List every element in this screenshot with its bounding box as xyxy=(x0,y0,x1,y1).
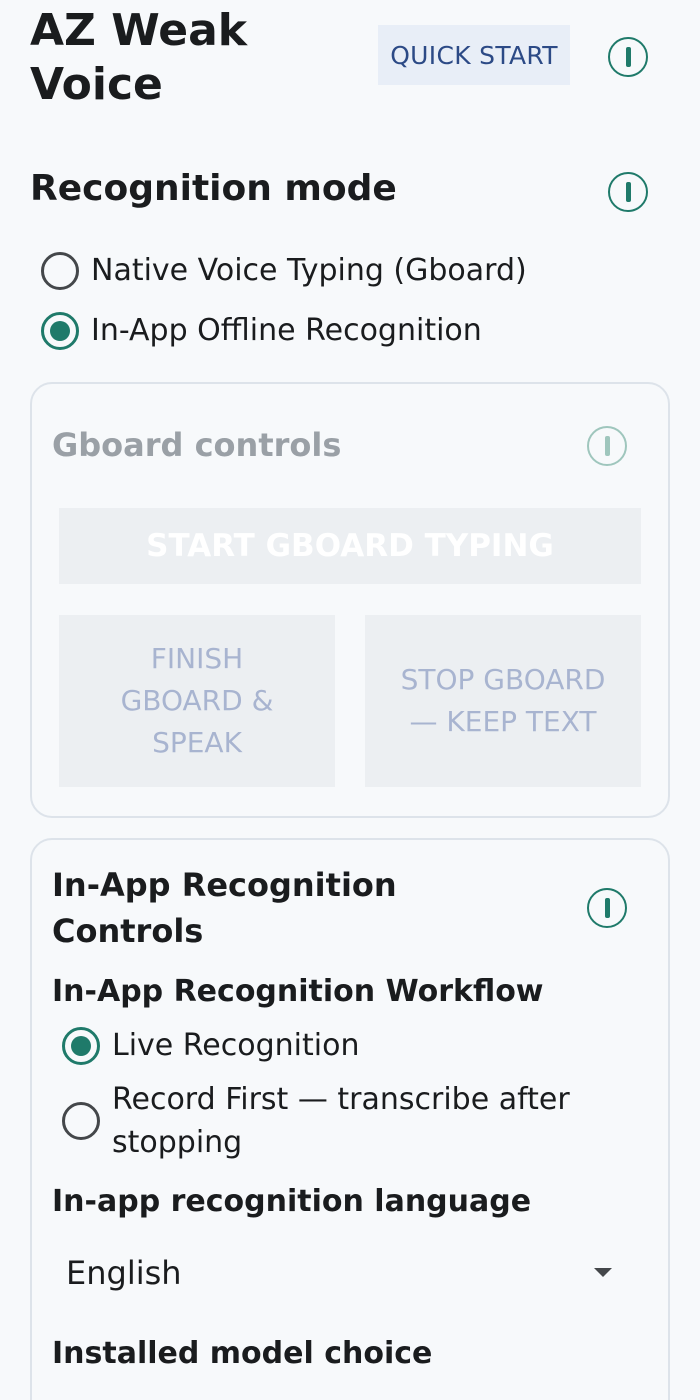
gboard-info-icon[interactable] xyxy=(587,426,627,466)
recognition-mode-title: Recognition mode xyxy=(30,168,397,209)
radio-unchecked-icon[interactable] xyxy=(62,1102,100,1140)
finish-gboard-speak-button[interactable]: FINISH GBOARD & SPEAK xyxy=(59,615,335,787)
language-dropdown-value: English xyxy=(66,1254,182,1292)
gboard-controls-card: Gboard controls START GBOARD TYPING FINI… xyxy=(30,382,670,818)
inapp-title-line-2: Controls xyxy=(52,912,204,950)
app-screen: AZ Weak Voice QUICK START Recognition mo… xyxy=(0,0,700,1400)
radio-label: Live Recognition xyxy=(112,1028,360,1063)
radio-label: In-App Offline Recognition xyxy=(91,313,482,348)
radio-label: Record First — transcribe after stopping xyxy=(112,1078,570,1164)
radio-record-first[interactable]: Record First — transcribe after stopping xyxy=(62,1078,570,1164)
language-dropdown[interactable]: English xyxy=(52,1240,622,1306)
stop-label-line-1: STOP GBOARD xyxy=(400,663,606,696)
app-title: AZ Weak Voice xyxy=(30,4,247,112)
inapp-info-icon[interactable] xyxy=(587,888,627,928)
radio-inapp-offline[interactable]: In-App Offline Recognition xyxy=(41,310,482,352)
finish-label-line-2: GBOARD & xyxy=(120,684,274,717)
gboard-controls-title: Gboard controls xyxy=(52,426,342,464)
app-title-line-1: AZ Weak xyxy=(30,5,248,56)
header-info-icon[interactable] xyxy=(608,37,648,77)
language-title: In-app recognition language xyxy=(52,1184,532,1219)
stop-gboard-keep-text-button[interactable]: STOP GBOARD — KEEP TEXT xyxy=(365,615,641,787)
radio-unchecked-icon[interactable] xyxy=(41,252,79,290)
workflow-title: In-App Recognition Workflow xyxy=(52,974,544,1009)
record-first-line-1: Record First — transcribe after xyxy=(112,1082,570,1117)
model-title: Installed model choice xyxy=(52,1336,433,1371)
radio-native-voice-typing[interactable]: Native Voice Typing (Gboard) xyxy=(41,250,527,292)
radio-checked-icon[interactable] xyxy=(62,1027,100,1065)
inapp-controls-title: In-App Recognition Controls xyxy=(52,862,397,954)
finish-label-line-3: SPEAK xyxy=(152,726,242,759)
radio-label: Native Voice Typing (Gboard) xyxy=(91,253,527,288)
finish-label-line-1: FINISH xyxy=(150,642,244,675)
radio-checked-icon[interactable] xyxy=(41,312,79,350)
quick-start-button[interactable]: QUICK START xyxy=(378,25,570,85)
stop-label-line-2: — KEEP TEXT xyxy=(409,705,597,738)
radio-live-recognition[interactable]: Live Recognition xyxy=(62,1025,359,1067)
app-title-line-2: Voice xyxy=(30,59,163,110)
start-gboard-typing-button[interactable]: START GBOARD TYPING xyxy=(59,508,641,584)
inapp-title-line-1: In-App Recognition xyxy=(52,866,397,904)
recognition-mode-info-icon[interactable] xyxy=(608,172,648,212)
chevron-down-icon xyxy=(594,1268,612,1277)
record-first-line-2: stopping xyxy=(112,1125,243,1160)
